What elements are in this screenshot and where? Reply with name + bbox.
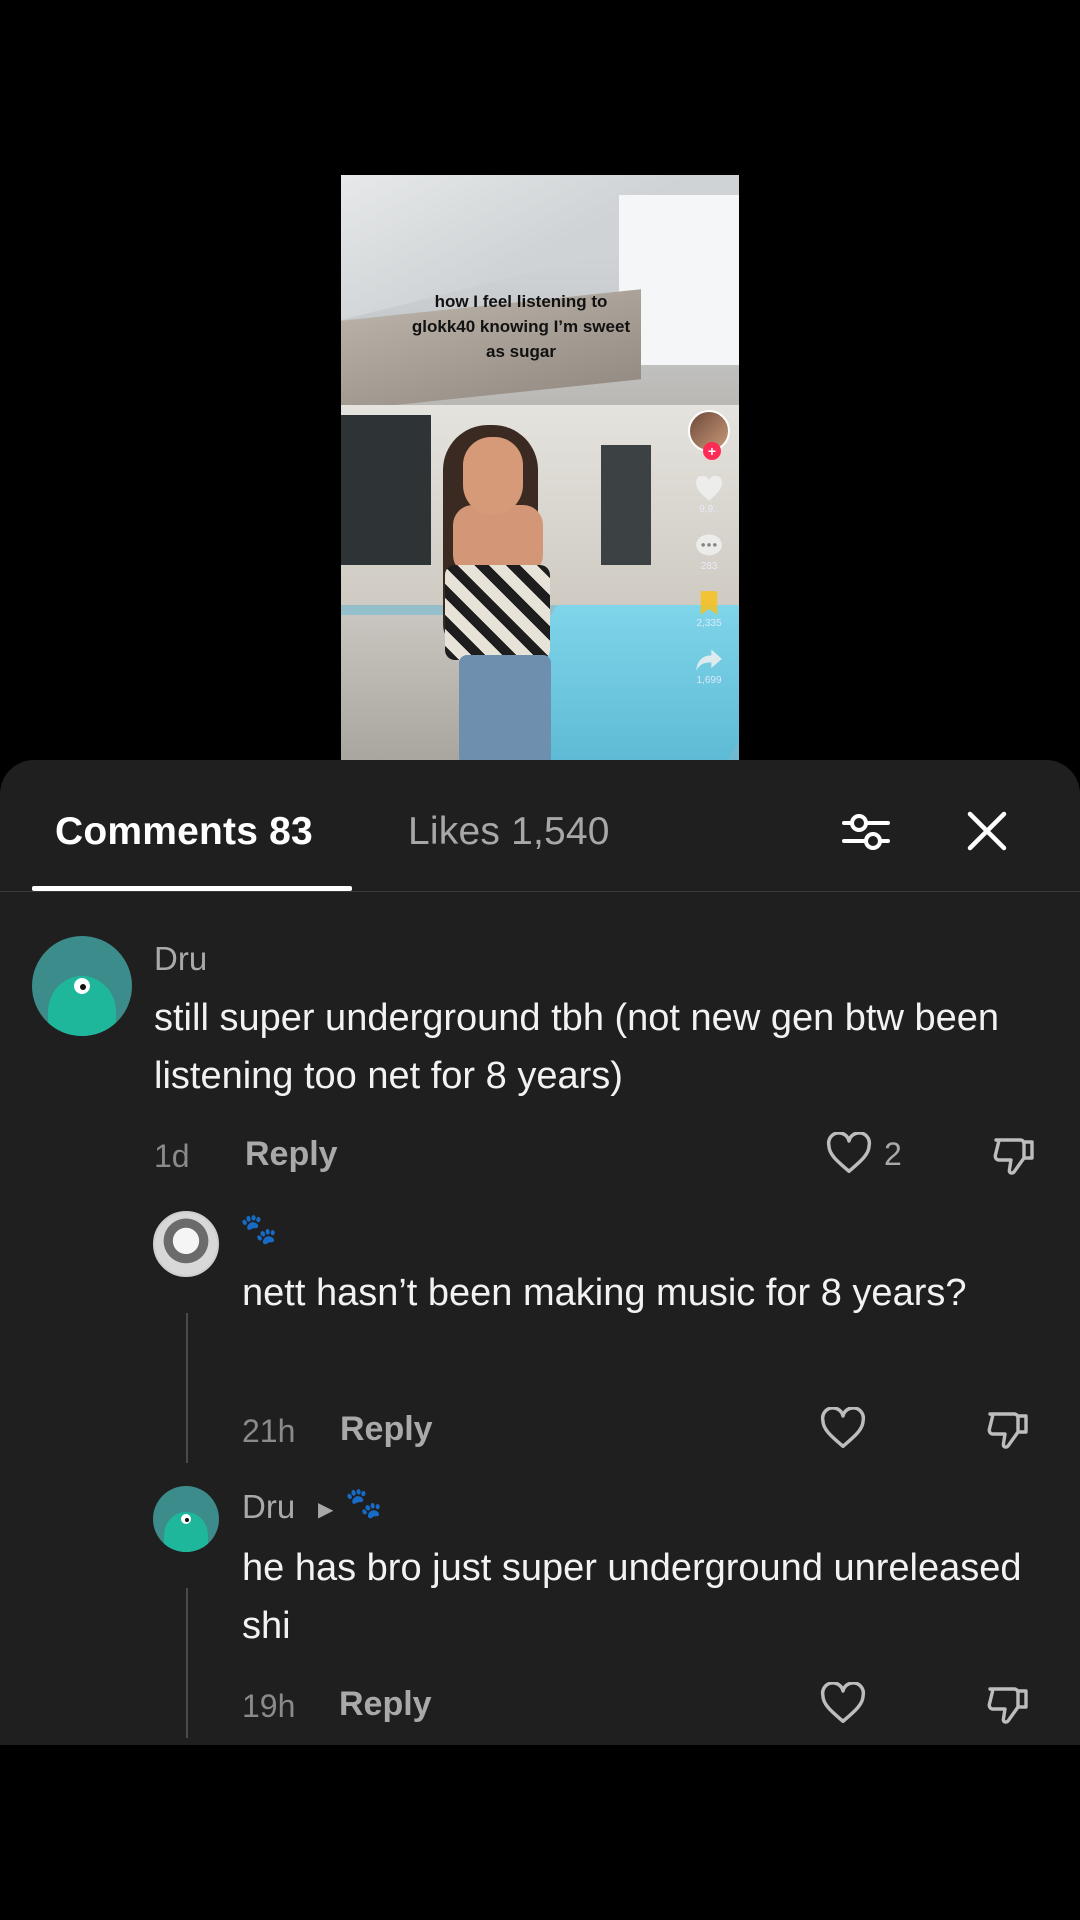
- sheet-tab-bar: Comments 83 Likes 1,540: [0, 760, 1080, 892]
- comments-sheet: Comments 83 Likes 1,540 Dru still super: [0, 760, 1080, 1745]
- comment-like-button[interactable]: [820, 1407, 866, 1451]
- video-caption: how I feel listening to glokk40 knowing …: [411, 292, 631, 361]
- video-person-top: [445, 565, 550, 660]
- bookmark-icon: [694, 590, 724, 616]
- tab-likes[interactable]: Likes 1,540: [408, 810, 610, 854]
- heart-icon: [694, 476, 724, 502]
- reply-button[interactable]: Reply: [340, 1410, 433, 1449]
- filter-button[interactable]: [840, 806, 892, 858]
- reply-arrow-icon: ▶: [318, 1499, 334, 1521]
- monster-pupil-icon: [184, 1517, 189, 1522]
- reply-to-username[interactable]: 🐾: [345, 1486, 382, 1521]
- video-comment-count: 283: [700, 561, 718, 572]
- comment-timestamp: 19h: [242, 1688, 296, 1724]
- active-tab-indicator: [32, 886, 352, 891]
- comment-text: he has bro just super underground unrele…: [242, 1547, 1022, 1647]
- video-comment-button[interactable]: 283: [694, 533, 724, 572]
- avatar[interactable]: [153, 1211, 219, 1277]
- avatar[interactable]: [32, 936, 132, 1036]
- thread-line: [186, 1313, 188, 1463]
- video-person-face: [463, 437, 523, 515]
- video-like-button[interactable]: 9,9..: [694, 476, 724, 515]
- reply-button[interactable]: Reply: [339, 1685, 432, 1724]
- video-action-rail: + 9,9.. 283 2,335 1,699: [685, 410, 733, 686]
- comment-username[interactable]: Dru: [242, 1488, 295, 1526]
- thread-line: [186, 1588, 188, 1738]
- video-person-jeans: [459, 655, 551, 760]
- comment-bubble-icon: [694, 533, 724, 559]
- close-button[interactable]: [962, 806, 1012, 856]
- follow-plus-icon[interactable]: +: [703, 442, 721, 460]
- heart-outline-icon: [826, 1132, 872, 1173]
- tab-comments[interactable]: Comments 83: [55, 810, 313, 854]
- monster-pupil-icon: [80, 984, 86, 990]
- comment-text: still super underground tbh (not new gen…: [154, 997, 999, 1097]
- avatar[interactable]: [153, 1486, 219, 1552]
- comment-dislike-button[interactable]: [984, 1406, 1032, 1454]
- creator-avatar[interactable]: +: [688, 410, 730, 460]
- comment-username[interactable]: Dru: [154, 940, 207, 978]
- video-save-button[interactable]: 2,335: [694, 590, 724, 629]
- share-arrow-icon: [694, 647, 724, 673]
- close-icon: [967, 811, 1007, 851]
- video-save-count: 2,335: [696, 618, 722, 629]
- thumbs-down-icon: [987, 1687, 1028, 1724]
- video-scene-window: [341, 415, 431, 565]
- comment-reply-item: Dru ▶ 🐾 he has bro just super undergroun…: [0, 760, 1080, 1724]
- reply-button[interactable]: Reply: [245, 1135, 338, 1174]
- thumbs-down-icon: [993, 1138, 1034, 1175]
- thumbs-down-icon: [987, 1412, 1028, 1449]
- comment-dislike-button[interactable]: [990, 1132, 1038, 1180]
- comment-timestamp: 1d: [154, 1138, 190, 1174]
- comment-timestamp: 21h: [242, 1413, 296, 1449]
- comment-like-count: 2: [884, 1135, 902, 1172]
- comment-like-button[interactable]: [820, 1682, 866, 1726]
- heart-outline-icon: [820, 1407, 866, 1448]
- heart-outline-icon: [820, 1682, 866, 1723]
- video-scene-window: [601, 445, 651, 565]
- comment-like-button[interactable]: 2: [826, 1132, 902, 1176]
- comment-username[interactable]: 🐾: [240, 1212, 277, 1247]
- comment-text: nett hasn’t been making music for 8 year…: [242, 1272, 967, 1314]
- video-preview[interactable]: how I feel listening to glokk40 knowing …: [341, 175, 739, 760]
- video-like-count: 9,9..: [699, 504, 719, 515]
- video-share-count: 1,699: [696, 675, 722, 686]
- comment-dislike-button[interactable]: [984, 1681, 1032, 1729]
- video-share-button[interactable]: 1,699: [694, 647, 724, 686]
- sliders-icon: [842, 814, 890, 850]
